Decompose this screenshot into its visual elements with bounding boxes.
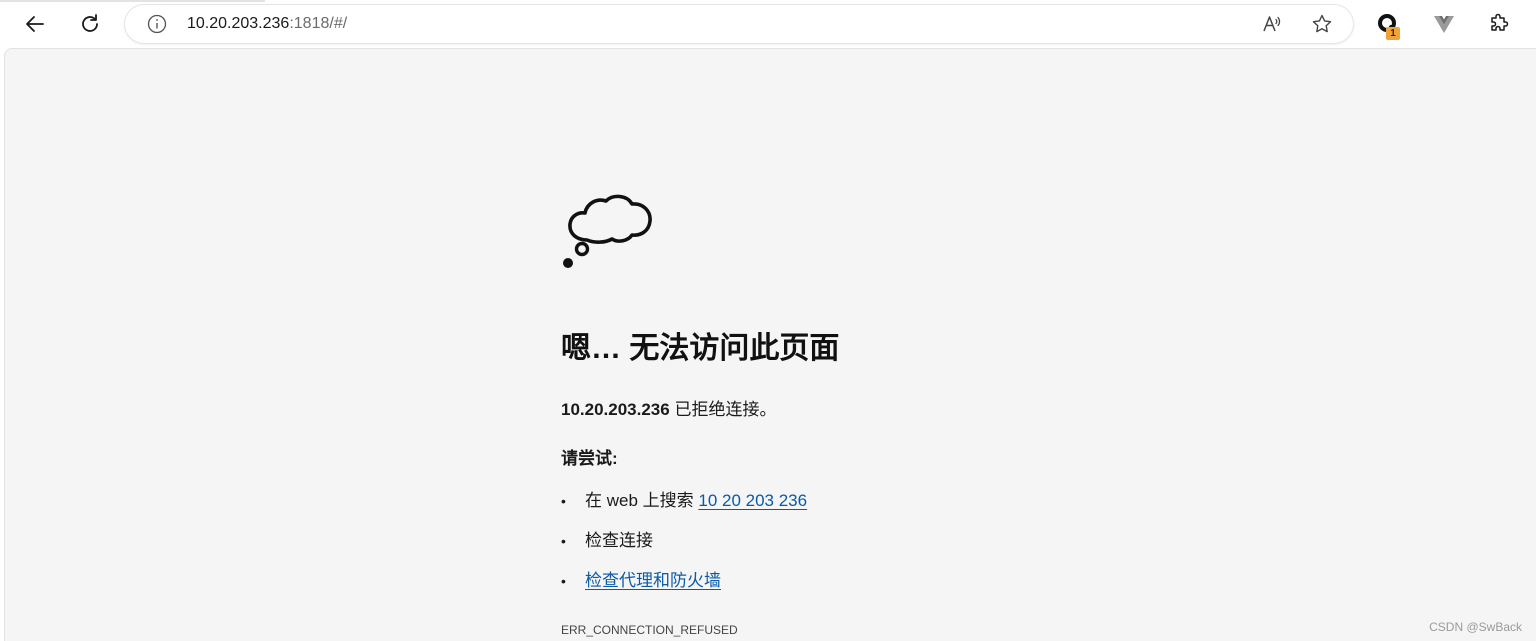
extension-badge-count: 1 (1386, 27, 1400, 40)
back-button[interactable] (17, 6, 53, 42)
error-message-suffix: 已拒绝连接。 (674, 400, 777, 419)
url-host: 10.20.203.236 (187, 15, 290, 32)
read-aloud-icon[interactable] (1261, 13, 1283, 35)
list-item: 检查代理和防火墙 (561, 569, 807, 609)
url-text[interactable]: 10.20.203.236:1818/#/ (187, 14, 347, 34)
extensions-puzzle-icon (1491, 13, 1509, 31)
tab-strip-edge (0, 0, 265, 2)
check-proxy-firewall-link[interactable]: 检查代理和防火墙 (585, 571, 721, 590)
list-item: 在 web 上搜索 10 20 203 236 (561, 489, 807, 529)
error-message: 10.20.203.236 已拒绝连接。 (561, 398, 776, 422)
error-code: ERR_CONNECTION_REFUSED (561, 623, 738, 637)
try-heading: 请尝试: (561, 449, 618, 468)
vue-devtools-button[interactable] (1426, 6, 1462, 42)
vue-devtools-icon (1434, 16, 1454, 33)
search-suggestion-text: 在 web 上搜索 (585, 491, 694, 510)
address-bar[interactable]: 10.20.203.236:1818/#/ (125, 5, 1353, 43)
extension-button[interactable]: 1 (1370, 6, 1406, 42)
refresh-button[interactable] (72, 6, 108, 42)
refresh-icon (82, 14, 98, 32)
list-item: 检查连接 (561, 529, 807, 569)
suggestions-list: 在 web 上搜索 10 20 203 236 检查连接 检查代理和防火墙 (561, 489, 807, 609)
favorite-star-icon[interactable] (1311, 13, 1333, 35)
browser-toolbar: 10.20.203.236:1818/#/ 1 (0, 0, 1536, 48)
url-path: :1818/#/ (289, 15, 348, 32)
page-viewport: 嗯… 无法访问此页面 10.20.203.236 已拒绝连接。 请尝试: 在 w… (4, 48, 1536, 641)
info-icon[interactable] (147, 14, 167, 34)
check-connection-text: 检查连接 (585, 531, 653, 550)
back-icon (26, 16, 44, 32)
search-web-link[interactable]: 10 20 203 236 (698, 491, 807, 510)
extensions-button[interactable] (1481, 6, 1517, 42)
error-host: 10.20.203.236 (561, 400, 670, 419)
watermark: CSDN @SwBack (1429, 620, 1522, 634)
error-title: 嗯… 无法访问此页面 (561, 332, 840, 365)
thought-cloud-icon (563, 194, 652, 268)
